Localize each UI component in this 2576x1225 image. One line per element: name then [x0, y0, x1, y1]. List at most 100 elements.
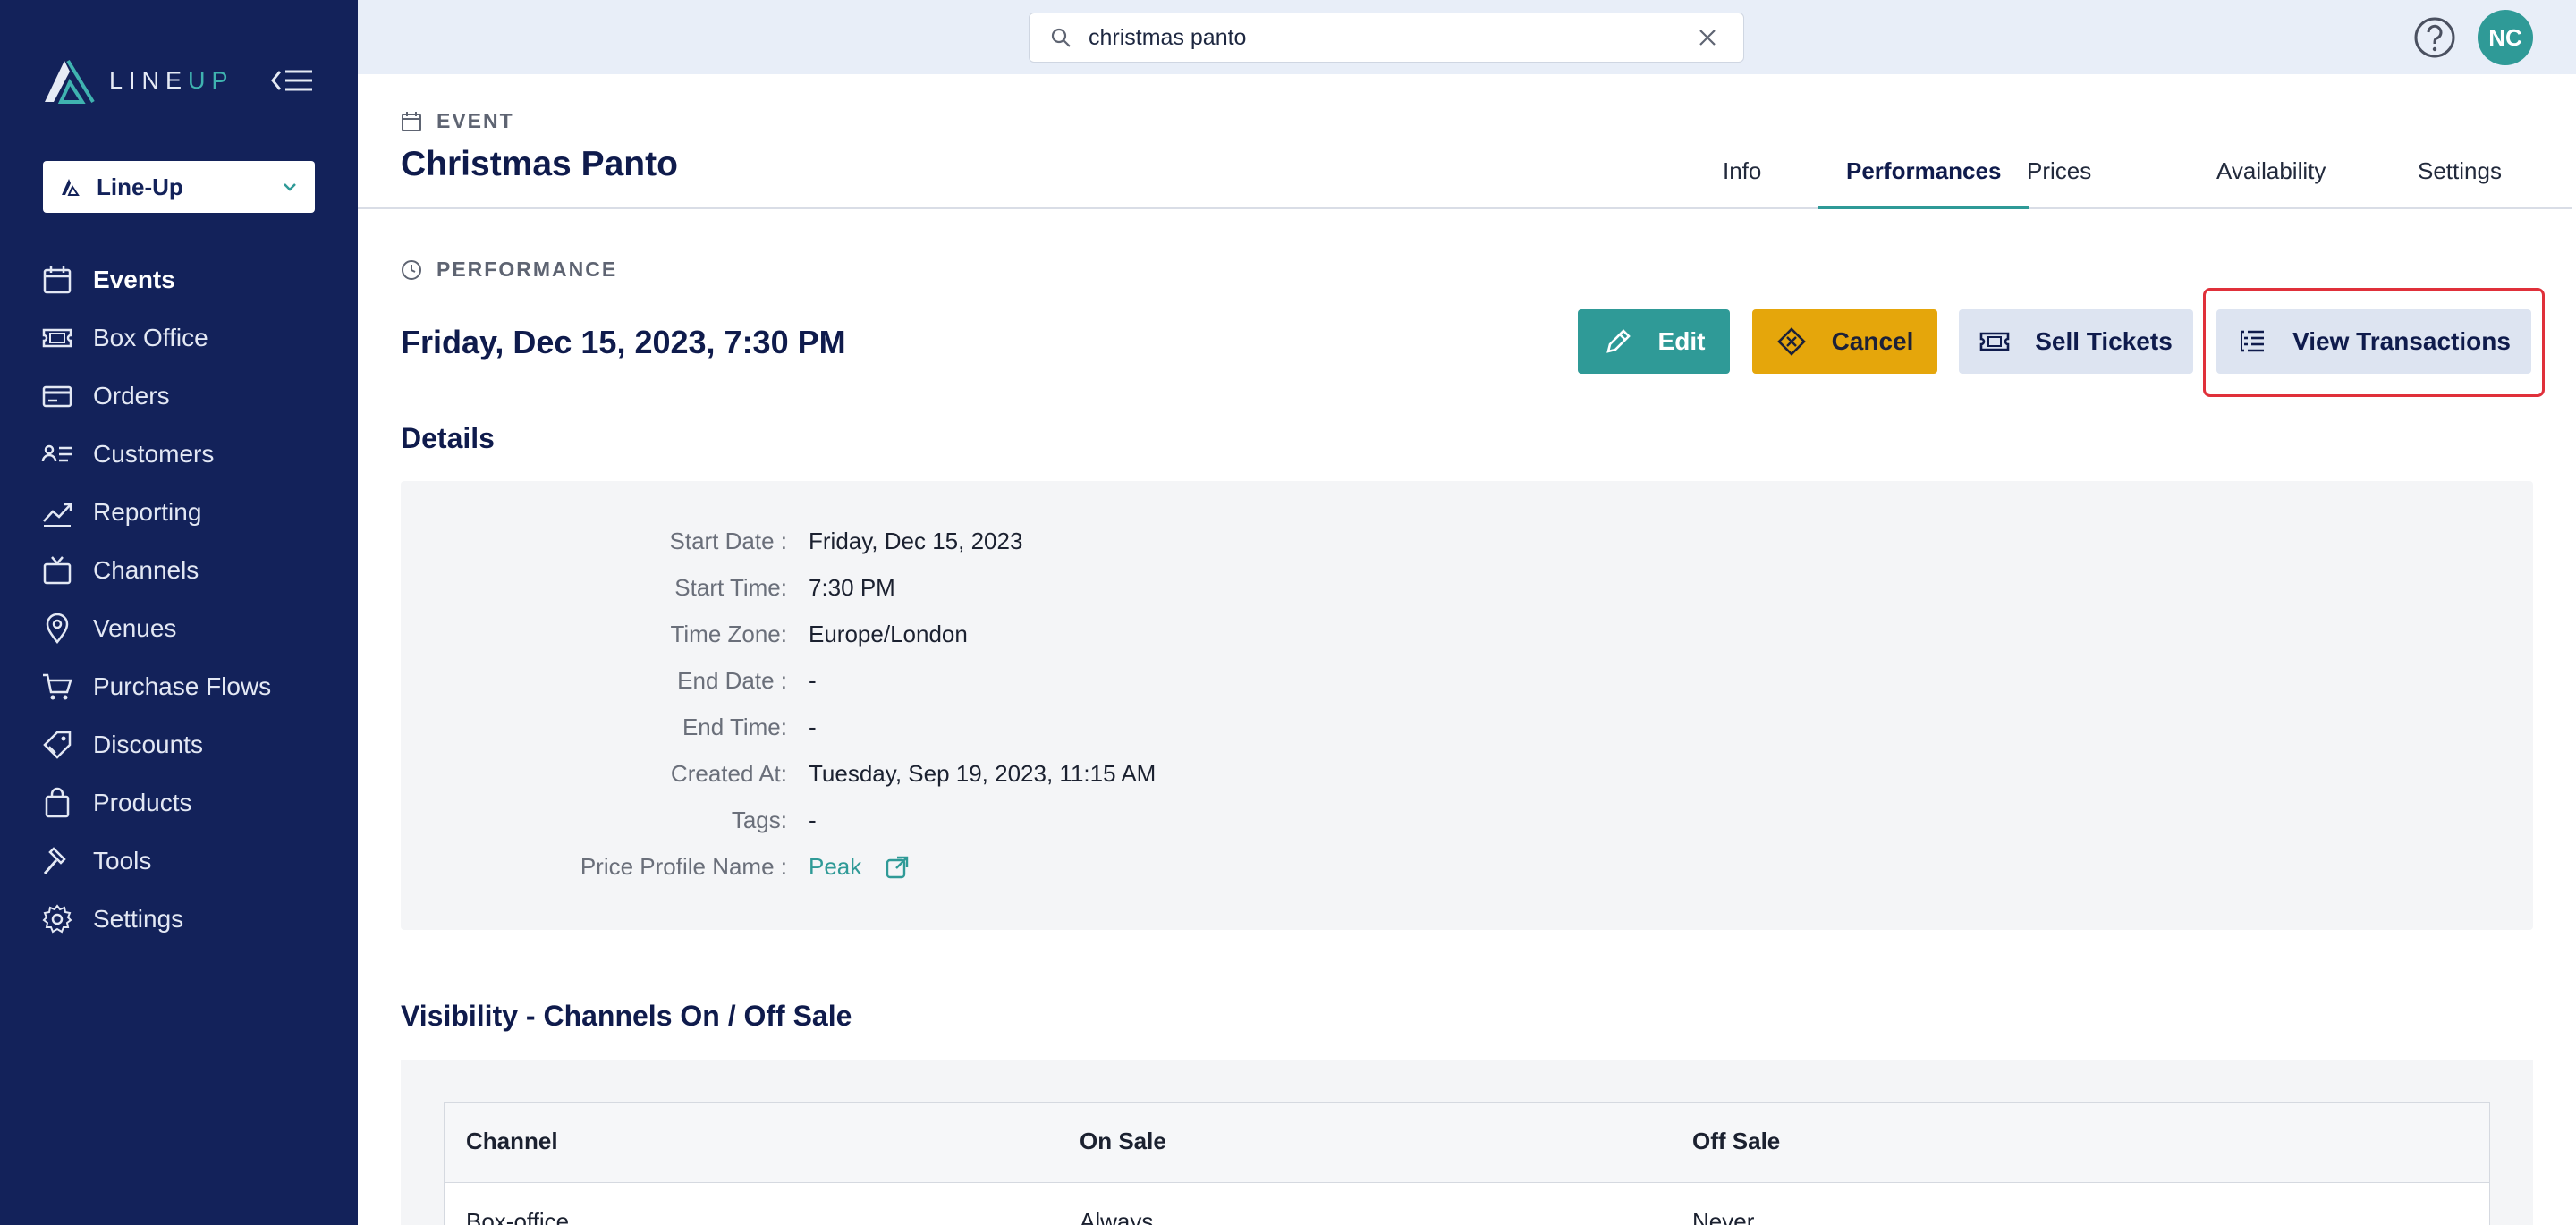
details-panel: Start Date : Friday, Dec 15, 2023 Start … — [401, 481, 2533, 930]
calendar-icon — [402, 111, 421, 131]
tv-icon — [43, 555, 72, 584]
map-pin-icon — [46, 612, 69, 644]
list-icon — [2241, 330, 2265, 352]
sidebar-item-settings[interactable]: Settings — [0, 890, 358, 948]
sidebar-item-events[interactable]: Events — [0, 250, 358, 308]
org-logo-icon — [62, 179, 80, 196]
sidebar-item-label: Products — [93, 788, 192, 816]
detail-label: Time Zone: — [670, 621, 787, 647]
sidebar-item-customers[interactable]: Customers — [0, 425, 358, 483]
view-transactions-button-label: View Transactions — [2292, 327, 2511, 355]
sidebar-item-purchase-flows[interactable]: Purchase Flows — [0, 657, 358, 715]
top-bar: NC — [358, 0, 2576, 74]
cell-channel: Box-office — [466, 1208, 570, 1225]
sidebar-item-label: Events — [93, 265, 175, 293]
sidebar-item-reporting[interactable]: Reporting — [0, 483, 358, 541]
tab-performances[interactable]: Performances — [1818, 157, 2030, 209]
performance-title: Friday, Dec 15, 2023, 7:30 PM — [401, 324, 846, 360]
sidebar-item-label: Reporting — [93, 497, 202, 526]
sidebar-item-label: Orders — [93, 381, 170, 410]
logo-text-up: UP — [188, 66, 234, 94]
sidebar-item-channels[interactable]: Channels — [0, 541, 358, 599]
sidebar-item-products[interactable]: Products — [0, 773, 358, 832]
cancel-button-label: Cancel — [1831, 327, 1914, 355]
detail-label: Start Date : — [669, 528, 788, 554]
sidebar-nav: Events Box Office Orders Customers Repor… — [0, 250, 358, 948]
detail-label: Created At: — [670, 760, 787, 787]
tab-info[interactable]: Info — [1723, 157, 1761, 207]
collapse-sidebar-button[interactable] — [268, 63, 317, 98]
detail-label: Start Time: — [674, 574, 787, 601]
gear-icon — [42, 903, 72, 933]
performance-section-label: PERFORMANCE — [401, 258, 617, 282]
details-title: Details — [401, 422, 495, 454]
clock-icon — [402, 259, 421, 280]
chart-line-icon — [43, 503, 72, 527]
help-icon — [2414, 17, 2455, 58]
search-input[interactable] — [1089, 24, 1691, 51]
detail-row-time-zone: Time Zone: Europe/London — [401, 621, 2533, 656]
edit-button[interactable]: Edit — [1578, 309, 1730, 374]
search-icon — [1051, 28, 1071, 47]
ticket-icon — [42, 328, 72, 347]
contacts-icon — [41, 444, 72, 461]
hammer-icon — [43, 846, 66, 874]
pencil-icon — [1606, 329, 1631, 353]
detail-label: Price Profile Name : — [580, 853, 787, 880]
sidebar-item-discounts[interactable]: Discounts — [0, 715, 358, 773]
cell-on-sale: Always — [1080, 1208, 1154, 1225]
detail-row-start-time: Start Time: 7:30 PM — [401, 574, 2533, 610]
sidebar-item-label: Settings — [93, 904, 184, 933]
lineup-logo-icon — [45, 59, 95, 104]
detail-row-end-time: End Time: - — [401, 714, 2533, 749]
detail-value: - — [809, 807, 817, 833]
sidebar-item-label: Customers — [93, 439, 215, 468]
column-header-on-sale: On Sale — [1080, 1128, 1166, 1154]
sidebar-item-orders[interactable]: Orders — [0, 367, 358, 425]
organization-select[interactable]: Line-Up — [43, 161, 315, 213]
sidebar-item-label: Box Office — [93, 323, 208, 351]
detail-value: 7:30 PM — [809, 574, 895, 601]
sell-tickets-button-label: Sell Tickets — [2035, 327, 2173, 355]
edit-button-label: Edit — [1657, 327, 1706, 355]
detail-value: Friday, Dec 15, 2023 — [809, 528, 1023, 554]
view-transactions-button[interactable]: View Transactions — [2216, 309, 2531, 374]
detail-value: Europe/London — [809, 621, 968, 647]
visibility-title: Visibility - Channels On / Off Sale — [401, 1000, 852, 1032]
user-avatar[interactable]: NC — [2478, 10, 2533, 65]
sidebar-item-label: Venues — [93, 613, 177, 642]
event-tabs: Info Performances Prices Availability Se… — [358, 134, 2572, 209]
sidebar-item-label: Tools — [93, 846, 152, 874]
cart-icon — [43, 673, 72, 699]
table-header-row: Channel On Sale Off Sale — [445, 1102, 2489, 1183]
column-header-off-sale: Off Sale — [1692, 1128, 1781, 1154]
cancel-diamond-icon — [1776, 327, 1806, 356]
detail-label: Tags: — [731, 807, 787, 833]
sidebar-item-box-office[interactable]: Box Office — [0, 308, 358, 367]
calendar-icon — [43, 266, 72, 293]
detail-value: Tuesday, Sep 19, 2023, 11:15 AM — [809, 760, 1157, 787]
sidebar-item-label: Purchase Flows — [93, 672, 272, 700]
clear-search-button[interactable] — [1691, 21, 1724, 54]
tag-icon — [43, 731, 72, 759]
tab-settings[interactable]: Settings — [2418, 157, 2502, 207]
collapse-menu-icon — [271, 70, 312, 91]
logo-text: LINEUP — [109, 67, 234, 95]
close-icon — [1699, 30, 1716, 46]
performance-label-text: PERFORMANCE — [436, 258, 618, 281]
ticket-icon — [1979, 332, 2010, 351]
table-row: Box-office Always Never — [445, 1183, 2489, 1225]
detail-row-end-date: End Date : - — [401, 667, 2533, 703]
detail-label: End Date : — [677, 667, 787, 694]
price-profile-link[interactable]: Peak — [809, 853, 910, 881]
column-header-channel: Channel — [466, 1128, 558, 1154]
sell-tickets-button[interactable]: Sell Tickets — [1959, 309, 2193, 374]
tab-prices[interactable]: Prices — [2027, 157, 2091, 207]
sidebar-item-venues[interactable]: Venues — [0, 599, 358, 657]
cancel-button[interactable]: Cancel — [1752, 309, 1937, 374]
tab-availability[interactable]: Availability — [2216, 157, 2326, 207]
external-link-icon[interactable] — [885, 855, 910, 880]
help-button[interactable] — [2413, 16, 2456, 59]
sidebar-item-tools[interactable]: Tools — [0, 832, 358, 890]
lineup-logo[interactable]: LINEUP — [41, 54, 234, 107]
